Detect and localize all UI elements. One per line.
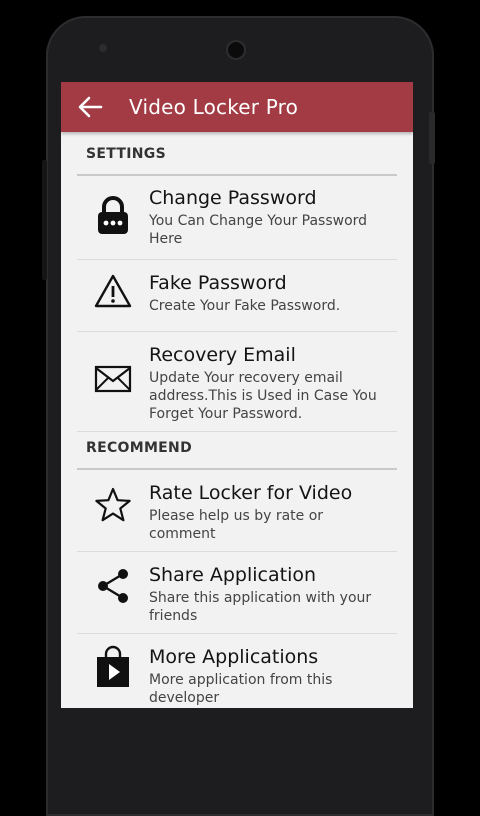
item-title: Change Password — [149, 187, 317, 209]
share-icon — [98, 569, 128, 603]
item-subtitle: You Can Change Your Password Here — [149, 213, 368, 247]
item-title: More Applications — [149, 646, 319, 668]
section-header-recommend: RECOMMEND — [77, 432, 397, 470]
app-title: Video Locker Pro — [129, 95, 299, 119]
section-label: SETTINGS — [86, 146, 166, 162]
volume-button — [42, 160, 47, 280]
item-title: Recovery Email — [149, 344, 296, 366]
item-title: Rate Locker for Video — [149, 482, 353, 504]
list-item-more-apps[interactable]: More Applications More application from … — [77, 634, 397, 708]
play-store-icon — [97, 645, 129, 687]
item-subtitle: Please help us by rate or comment — [149, 508, 324, 542]
lock-icon — [98, 196, 128, 234]
section-label: RECOMMEND — [86, 440, 192, 456]
star-icon — [95, 487, 131, 522]
list-item-rate[interactable]: Rate Locker for Video Please help us by … — [77, 470, 397, 552]
front-camera — [228, 42, 244, 58]
list-item-share[interactable]: Share Application Share this application… — [77, 552, 397, 634]
list-item-change-password[interactable]: Change Password You Can Change Your Pass… — [77, 176, 397, 260]
warning-icon — [94, 274, 132, 308]
arrow-back-icon — [78, 96, 103, 118]
power-button — [429, 112, 435, 164]
item-subtitle: More application from this developer — [149, 672, 333, 706]
proximity-sensor — [99, 44, 107, 52]
app-bar: Video Locker Pro — [61, 82, 413, 132]
list-item-fake-password[interactable]: Fake Password Create Your Fake Password. — [77, 260, 397, 332]
item-subtitle: Share this application with your friends — [149, 590, 372, 624]
item-title: Share Application — [149, 564, 317, 586]
item-subtitle: Create Your Fake Password. — [149, 298, 341, 314]
section-header-settings: SETTINGS — [77, 132, 397, 176]
mail-icon — [94, 365, 132, 393]
item-subtitle: Update Your recovery email address.This … — [149, 370, 377, 422]
list-item-recovery-email[interactable]: Recovery Email Update Your recovery emai… — [77, 332, 397, 432]
back-button[interactable] — [61, 82, 119, 132]
item-title: Fake Password — [149, 272, 287, 294]
app-screen: Video Locker Pro SETTINGS Change Passwor… — [61, 82, 413, 708]
